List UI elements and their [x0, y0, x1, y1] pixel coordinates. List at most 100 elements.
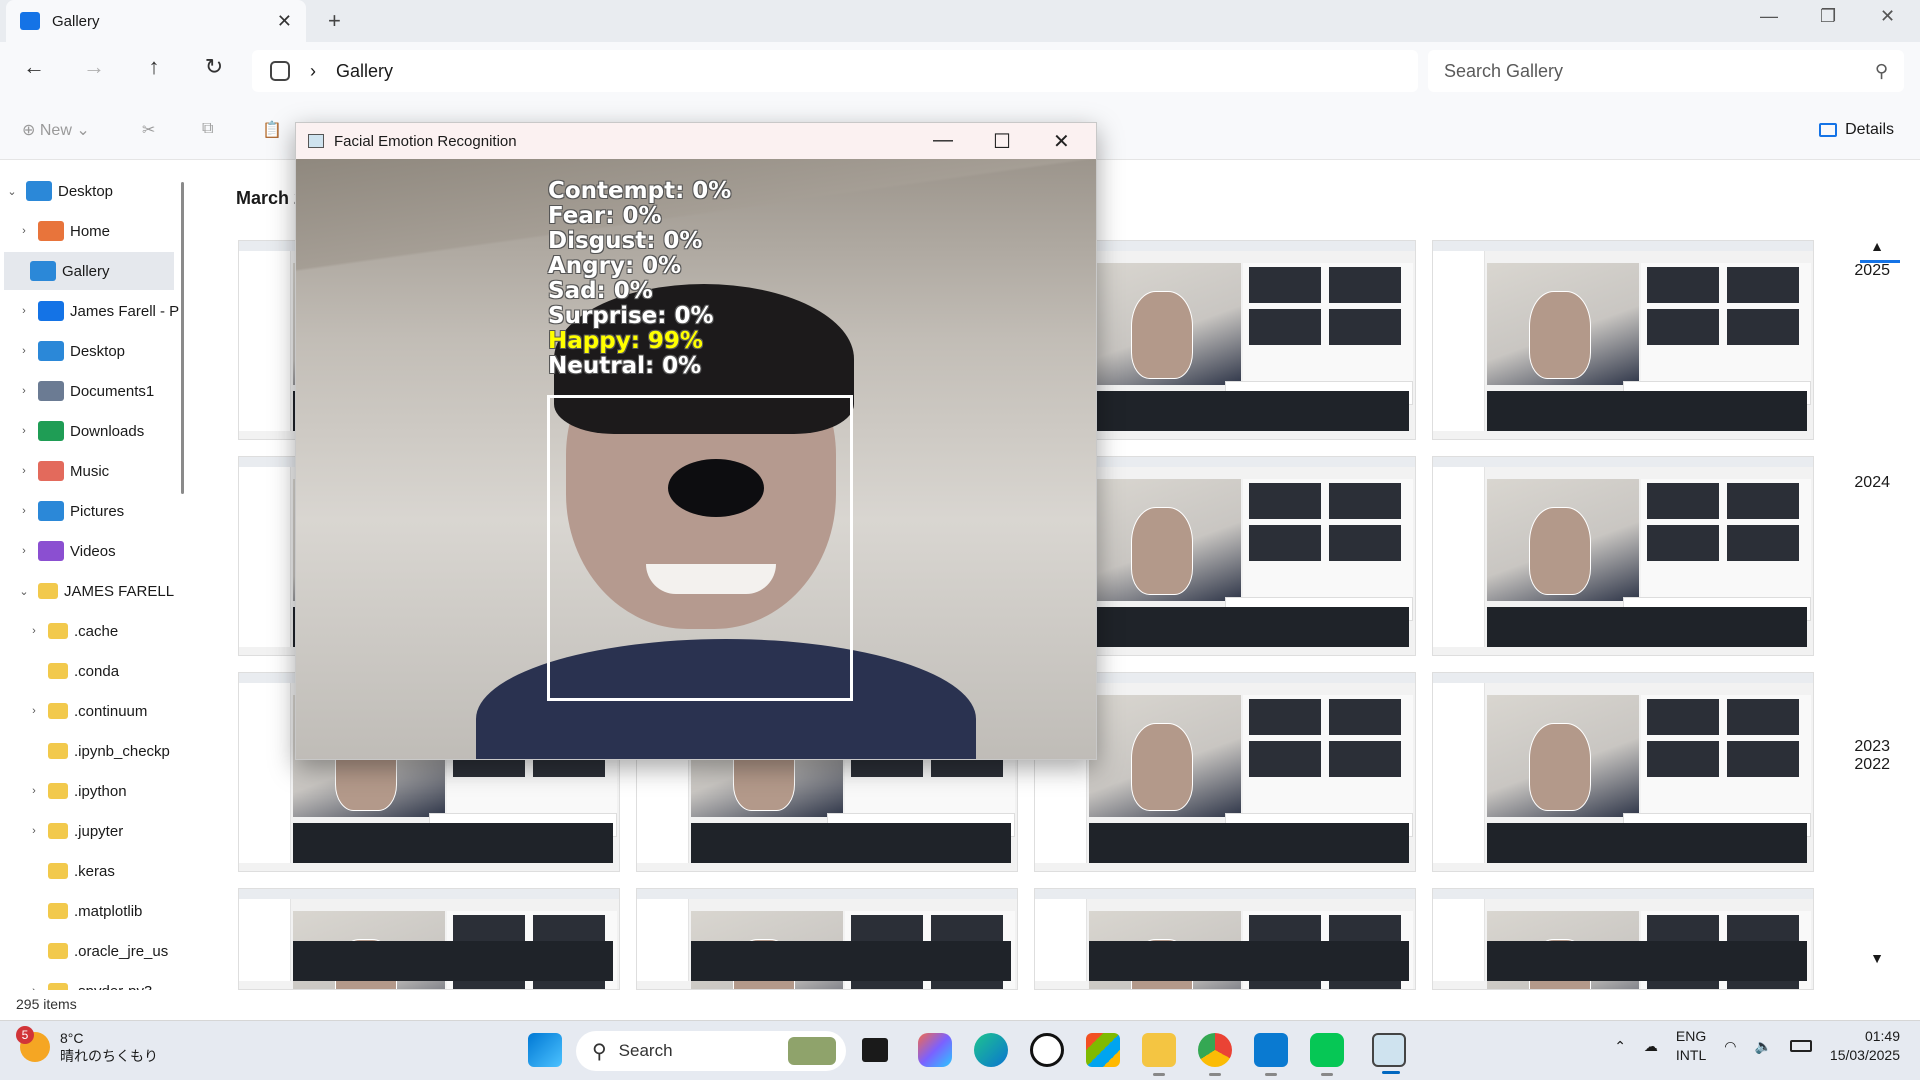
- scroll-down-icon[interactable]: ▼: [1870, 950, 1884, 966]
- clock[interactable]: 01:49 15/03/2025: [1830, 1027, 1900, 1065]
- sidebar-item[interactable]: Gallery: [4, 252, 174, 290]
- gallery-thumbnail[interactable]: [1432, 672, 1814, 872]
- scroll-up-icon[interactable]: ▲: [1870, 238, 1884, 254]
- emotion-recognition-window[interactable]: Facial Emotion Recognition — ☐ ✕ Contemp…: [295, 122, 1097, 760]
- task-view-icon[interactable]: [862, 1038, 888, 1062]
- onedrive-cloud-icon[interactable]: ☁: [1644, 1038, 1658, 1055]
- chevron-icon[interactable]: ›: [26, 625, 42, 637]
- chevron-icon[interactable]: ›: [16, 545, 32, 557]
- copy-icon[interactable]: ⧉: [202, 120, 213, 138]
- wifi-icon[interactable]: ◠: [1724, 1038, 1736, 1055]
- edge-icon[interactable]: [974, 1033, 1008, 1067]
- desktop-icon: [26, 181, 52, 201]
- new-button[interactable]: ⊕ New ⌄: [22, 120, 90, 140]
- python-window-icon[interactable]: [1372, 1033, 1406, 1074]
- sidebar-item[interactable]: ⌄ JAMES FARELL: [0, 572, 180, 610]
- forward-icon[interactable]: →: [76, 54, 112, 80]
- file-explorer-icon[interactable]: [1142, 1033, 1176, 1076]
- sidebar-item[interactable]: › .spyder-py3: [0, 972, 180, 990]
- thumbnail-part: [1647, 525, 1719, 561]
- chevron-icon[interactable]: ›: [16, 305, 32, 317]
- year-label[interactable]: 2022: [1854, 756, 1890, 774]
- close-window-icon[interactable]: ✕: [1053, 129, 1070, 154]
- year-label[interactable]: 2024: [1854, 474, 1890, 492]
- address-bar-row: ← → ↑ ↻ › Gallery Search Gallery ⚲: [0, 42, 1920, 102]
- show-hidden-icons-icon[interactable]: ⌃: [1614, 1038, 1626, 1055]
- sidebar-scrollbar[interactable]: [181, 182, 184, 494]
- gallery-thumbnail[interactable]: [238, 888, 620, 990]
- gallery-thumbnail[interactable]: [636, 888, 1018, 990]
- address-input[interactable]: › Gallery: [252, 50, 1418, 92]
- sidebar-item[interactable]: › Videos: [0, 532, 180, 570]
- close-window-icon[interactable]: ✕: [1880, 6, 1895, 27]
- sidebar-item[interactable]: .ipynb_checkp: [0, 732, 180, 770]
- gallery-thumbnail[interactable]: [1034, 888, 1416, 990]
- sidebar-item[interactable]: .keras: [0, 852, 180, 890]
- chevron-icon[interactable]: ›: [16, 505, 32, 517]
- sidebar-item[interactable]: .matplotlib: [0, 892, 180, 930]
- gallery-thumbnail[interactable]: [1432, 240, 1814, 440]
- sidebar-item[interactable]: › James Farell - P: [0, 292, 180, 330]
- sidebar-item[interactable]: .oracle_jre_us: [0, 932, 180, 970]
- thumbnail-part: [1647, 699, 1719, 735]
- sidebar-item[interactable]: .conda: [0, 652, 180, 690]
- chevron-icon[interactable]: ›: [16, 345, 32, 357]
- copilot-icon[interactable]: [918, 1033, 952, 1067]
- chevron-icon[interactable]: ⌄: [4, 185, 20, 198]
- chevron-icon[interactable]: ›: [16, 425, 32, 437]
- weather-widget[interactable]: 5 8°C 晴れのちくもり: [16, 1026, 158, 1065]
- chevron-icon[interactable]: ›: [26, 825, 42, 837]
- vscode-icon[interactable]: [1254, 1033, 1288, 1076]
- store-icon[interactable]: [1086, 1033, 1120, 1067]
- chevron-icon[interactable]: ⌄: [16, 585, 32, 598]
- maximize-icon[interactable]: ☐: [993, 129, 1011, 154]
- chevron-icon[interactable]: ›: [16, 225, 32, 237]
- restore-icon[interactable]: ❐: [1820, 6, 1836, 27]
- minimize-icon[interactable]: —: [1760, 6, 1778, 27]
- tab-gallery[interactable]: Gallery ✕: [6, 0, 306, 42]
- sidebar-item[interactable]: › Desktop: [0, 332, 180, 370]
- windows-start-icon[interactable]: [528, 1033, 562, 1067]
- sidebar-item[interactable]: › .ipython: [0, 772, 180, 810]
- chrome-icon[interactable]: [1198, 1033, 1232, 1076]
- thumbnail-part: [1529, 291, 1591, 379]
- sidebar-item[interactable]: › Downloads: [0, 412, 180, 450]
- year-label[interactable]: 2023: [1854, 738, 1890, 756]
- chevron-icon[interactable]: ›: [26, 705, 42, 717]
- gallery-thumbnail[interactable]: [1432, 888, 1814, 990]
- chevron-icon[interactable]: ›: [16, 385, 32, 397]
- minimize-icon[interactable]: —: [933, 129, 953, 152]
- folder-icon: [48, 863, 68, 879]
- chevron-icon[interactable]: ›: [16, 465, 32, 477]
- sidebar-item[interactable]: › .jupyter: [0, 812, 180, 850]
- sidebar-item[interactable]: › Home: [0, 212, 180, 250]
- back-icon[interactable]: ←: [16, 54, 52, 80]
- line-icon[interactable]: [1310, 1033, 1344, 1076]
- sidebar-item[interactable]: › .continuum: [0, 692, 180, 730]
- up-icon[interactable]: ↑: [136, 54, 172, 80]
- sidebar-item[interactable]: ⌄ Desktop: [0, 172, 180, 210]
- sidebar-item[interactable]: › Music: [0, 452, 180, 490]
- cut-icon[interactable]: ✂: [142, 120, 155, 140]
- search-input[interactable]: Search Gallery ⚲: [1428, 50, 1904, 92]
- timeline-scrubber[interactable]: ▲ 2025 2024 2023 2022 ▼: [1844, 160, 1904, 990]
- volume-icon[interactable]: 🔈: [1754, 1038, 1771, 1055]
- chevron-icon[interactable]: ›: [26, 785, 42, 797]
- gallery-thumbnail[interactable]: [1432, 456, 1814, 656]
- year-label[interactable]: 2025: [1854, 262, 1890, 280]
- details-button[interactable]: Details: [1819, 121, 1894, 139]
- breadcrumb-gallery[interactable]: Gallery: [336, 61, 393, 82]
- sidebar-item[interactable]: › Documents1: [0, 372, 180, 410]
- chevron-icon[interactable]: ›: [26, 985, 42, 990]
- paste-icon[interactable]: 📋: [262, 120, 282, 140]
- close-tab-icon[interactable]: ✕: [277, 11, 292, 32]
- taskbar-search[interactable]: ⚲ Search: [576, 1031, 846, 1071]
- refresh-icon[interactable]: ↻: [196, 54, 232, 80]
- sidebar-item[interactable]: › Pictures: [0, 492, 180, 530]
- camera-window-titlebar[interactable]: Facial Emotion Recognition — ☐ ✕: [296, 123, 1096, 159]
- input-language[interactable]: ENG INTL: [1676, 1027, 1706, 1065]
- new-tab-button[interactable]: +: [328, 8, 341, 34]
- battery-icon[interactable]: [1789, 1040, 1812, 1052]
- sidebar-item[interactable]: › .cache: [0, 612, 180, 650]
- dell-icon[interactable]: [1030, 1033, 1064, 1067]
